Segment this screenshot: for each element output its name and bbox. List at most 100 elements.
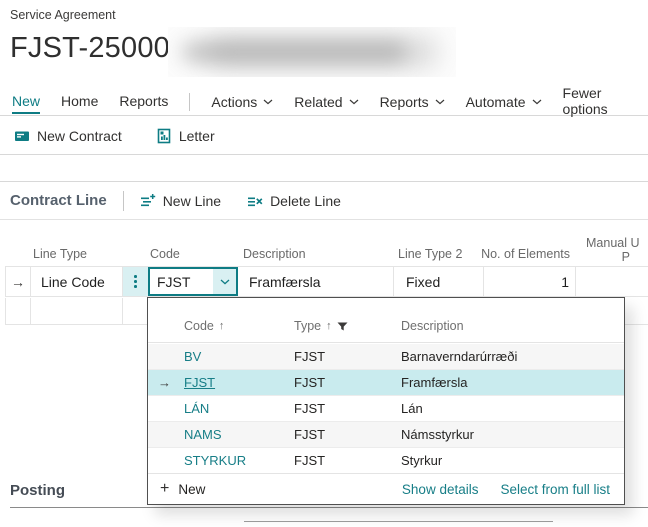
active-row-arrow-icon: → [6,267,31,296]
cell-manual-unit-price[interactable] [576,267,648,296]
redacted-title-text [168,27,456,77]
delete-line-label: Delete Line [270,193,341,209]
lookup-column-description[interactable]: Description [401,319,464,333]
lookup-type-label: Type [294,319,321,333]
column-header-manual-line1: Manual U [586,236,640,250]
new-contract-button[interactable]: New Contract [14,128,122,144]
table-row: → Line Code FJST Framfærsla Fixed 1 [5,266,648,297]
lookup-code-link[interactable]: FJST [184,370,215,395]
lookup-code-link[interactable]: STYRKUR [184,448,246,473]
lookup-row-nams[interactable]: NAMS FJST Námsstyrkur [148,422,624,448]
lookup-type-value: FJST [294,370,325,395]
letter-report-icon [156,128,172,144]
lookup-description-label: Description [401,319,464,333]
column-header-manual-line2: P [586,250,648,264]
part-title: Contract Line [10,192,107,209]
code-combobox[interactable]: FJST [148,267,238,296]
grid-column-headers: Line Type Code Description Line Type 2 N… [0,234,648,266]
column-header-description[interactable]: Description [243,247,306,261]
column-header-manual-unit-price[interactable]: Manual U P [586,236,648,264]
lookup-description-value: Styrkur [401,448,442,473]
lookup-description-value: Lán [401,396,423,421]
lookup-code-label: Code [184,319,214,333]
command-bar: New Contract Letter [0,117,648,155]
lookup-code-link[interactable]: BV [184,344,201,369]
cell-line-type[interactable]: Line Code [31,267,123,296]
column-header-no-of-elements[interactable]: No. of Elements [455,247,570,261]
lookup-type-value: FJST [294,344,325,369]
chevron-down-icon [263,99,273,105]
column-header-line-type[interactable]: Line Type [33,247,87,261]
chevron-down-icon [435,99,445,105]
empty-cell [123,298,148,324]
selected-row-arrow-icon: → [158,370,171,395]
lookup-new-label: New [178,482,205,497]
lookup-code-link[interactable]: NAMS [184,422,222,447]
lookup-description-value: Framfærsla [401,370,467,395]
tab-new[interactable]: New [12,88,40,116]
tab-home[interactable]: Home [61,88,98,116]
lookup-description-value: Barnaverndarúrræði [401,344,517,369]
empty-cell [31,298,123,324]
cell-description[interactable]: Framfærsla [238,267,394,296]
filter-funnel-icon [337,322,348,331]
sort-ascending-icon: ↑ [219,320,225,332]
lookup-code-link[interactable]: LÁN [184,396,209,421]
show-details-link[interactable]: Show details [402,482,479,497]
service-agreement-page: Service Agreement FJST-250007 · New Home… [0,0,648,527]
letter-button[interactable]: Letter [156,128,215,144]
letter-label: Letter [179,128,215,144]
delete-line-icon [247,193,263,209]
menu-related-label: Related [294,94,342,110]
row-options-menu-button[interactable] [123,267,148,296]
menu-automate-label: Automate [466,94,526,110]
lookup-new-button[interactable]: + New [160,480,205,498]
plus-icon: + [160,480,169,498]
lookup-row-bv[interactable]: BV FJST Barnaverndarúrræði [148,344,624,370]
lookup-footer: + New Show details Select from full list [148,473,624,504]
new-contract-label: New Contract [37,128,122,144]
lookup-column-type[interactable]: Type ↑ [294,319,348,333]
lookup-row-fjst-selected[interactable]: → FJST FJST Framfærsla [148,370,624,396]
lookup-row-lan[interactable]: LÁN FJST Lán [148,396,624,422]
combobox-dropdown-button[interactable] [213,269,236,294]
column-header-code[interactable]: Code [150,247,180,261]
menu-actions[interactable]: Actions [211,94,273,110]
column-header-line-type-2[interactable]: Line Type 2 [398,247,462,261]
lookup-row-styrkur[interactable]: STYRKUR FJST Styrkur [148,448,624,474]
vertical-ellipsis-icon [134,275,137,288]
chevron-down-icon [349,99,359,105]
code-lookup-dropdown: Code ↑ Type ↑ Description BV FJST Barnav… [147,297,625,505]
new-line-icon [140,193,156,209]
menu-reports-label: Reports [380,94,429,110]
contract-line-part-header: Contract Line New Line Delete Line [0,181,648,220]
menu-reports[interactable]: Reports [380,94,445,110]
new-line-label: New Line [163,193,221,209]
lookup-column-code[interactable]: Code ↑ [184,319,224,333]
new-line-button[interactable]: New Line [140,193,221,209]
posting-divider [10,507,648,508]
cell-line-type-2[interactable]: Fixed [394,267,484,296]
cell-no-of-elements[interactable]: 1 [484,267,576,296]
delete-line-button[interactable]: Delete Line [247,193,341,209]
page-caption: Service Agreement [10,8,116,22]
lookup-type-value: FJST [294,448,325,473]
ribbon: New Home Reports Actions Related Reports… [0,88,648,116]
ribbon-separator [189,93,190,111]
lookup-description-value: Námsstyrkur [401,422,474,447]
empty-cell [6,298,31,324]
select-from-full-list-link[interactable]: Select from full list [500,482,610,497]
code-combobox-value: FJST [150,274,213,290]
sort-ascending-icon: ↑ [326,320,332,332]
part-separator [123,191,124,211]
chevron-down-icon [220,279,230,285]
menu-automate[interactable]: Automate [466,94,542,110]
menu-actions-label: Actions [211,94,257,110]
tab-reports[interactable]: Reports [119,88,168,116]
contract-card-icon [14,128,30,144]
menu-related[interactable]: Related [294,94,358,110]
posting-section-header[interactable]: Posting [10,482,65,499]
field-underline [244,521,553,522]
chevron-down-icon [532,99,542,105]
lookup-type-value: FJST [294,396,325,421]
